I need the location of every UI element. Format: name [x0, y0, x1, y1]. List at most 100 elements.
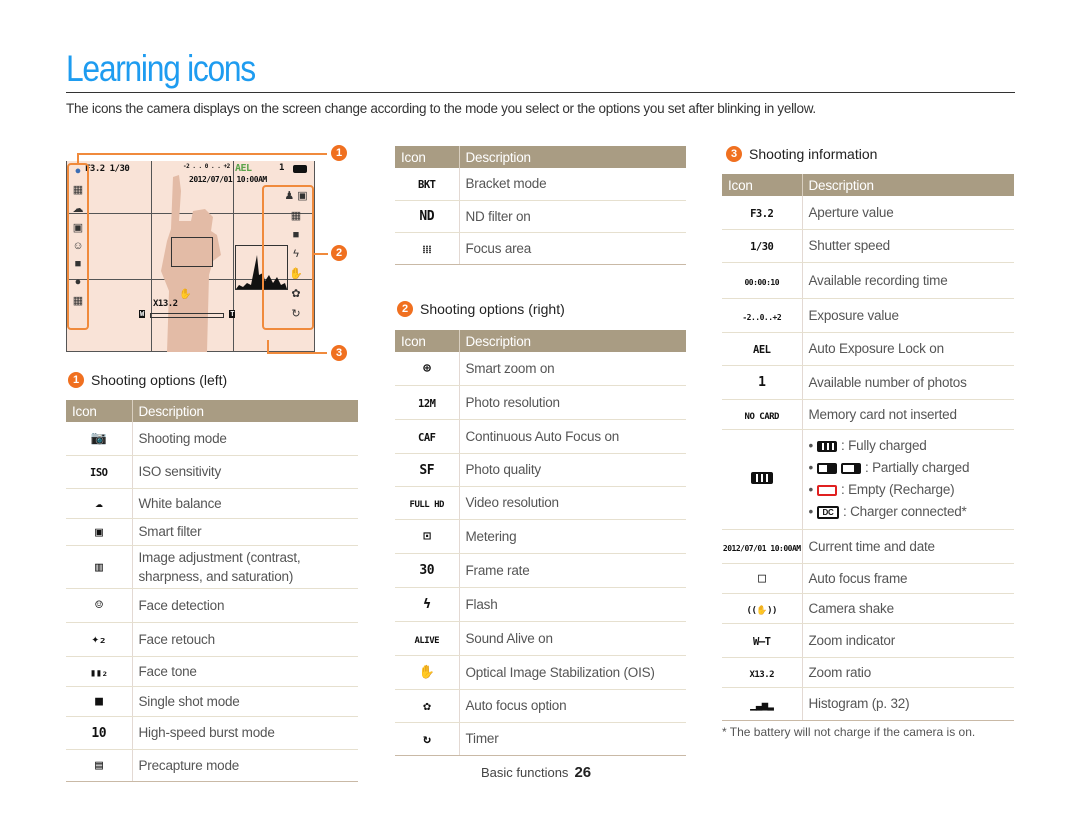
- section-title-text: Shooting options (right): [420, 301, 565, 317]
- af-frame-icon: □: [758, 571, 766, 586]
- row-description: Flash: [459, 587, 686, 622]
- row-description: Timer: [459, 722, 686, 756]
- image-adjust-icon: ▥: [95, 559, 103, 575]
- table-row: ☁ White balance: [66, 488, 358, 519]
- caf-icon: CAF: [418, 431, 436, 444]
- callout-badge-1: 1: [331, 145, 347, 161]
- battery-state-dc: • DC: Charger connected*: [809, 501, 1015, 523]
- col-header-icon: Icon: [722, 174, 803, 196]
- battery-state-label: : Empty (Recharge): [841, 482, 955, 497]
- photo-resolution-icon: 12M: [418, 397, 436, 410]
- zoom-ratio-icon: X13.2: [749, 669, 775, 680]
- screen-datetime: 2012/07/01 10:00AM: [189, 175, 267, 184]
- col-header-description: Description: [459, 330, 686, 352]
- table-row: ▤ Precapture mode: [66, 749, 358, 782]
- ael-icon: AEL: [753, 344, 771, 356]
- screen-ael: AEL: [235, 163, 252, 174]
- callout-line-3b: [267, 352, 327, 354]
- nd-filter-icon: ND: [419, 209, 435, 224]
- precapture-icon: ▤: [95, 758, 103, 773]
- col-header-description: Description: [132, 400, 358, 422]
- battery-state-full: •: Fully charged: [809, 435, 1015, 457]
- table-row: □ Auto focus frame: [722, 563, 1014, 594]
- screen-photo-count: 1: [279, 163, 284, 173]
- table-row: ⊕ Smart zoom on: [395, 352, 686, 386]
- col-header-description: Description: [802, 174, 1014, 196]
- table-row: W—T Zoom indicator: [722, 623, 1014, 658]
- page-number: 26: [574, 764, 592, 781]
- focus-area-icon: ⁞⁞⁞: [422, 243, 432, 256]
- screen-ev-scale: -2 . . 0 . . +2: [183, 163, 230, 170]
- battery-full-icon: [817, 440, 838, 452]
- table-row: ✿ Auto focus option: [395, 689, 686, 723]
- battery-empty-icon: [817, 484, 838, 496]
- table-row: 1/30 Shutter speed: [722, 229, 1014, 263]
- table-row: ✋ Optical Image Stabilization (OIS): [395, 655, 686, 690]
- burst-icon: 10: [91, 725, 107, 741]
- row-description: Shooting mode: [132, 422, 358, 456]
- battery-low-icon: [841, 462, 862, 474]
- table-row: ▣ Smart filter: [66, 518, 358, 546]
- footer-section: Basic functions: [481, 765, 569, 780]
- table-row: 12M Photo resolution: [395, 385, 686, 420]
- callout-box-1: [67, 163, 89, 330]
- row-description: White balance: [132, 488, 358, 519]
- battery-dc-icon: DC: [817, 505, 840, 519]
- table-shooting-options-left: Icon Description 📷 Shooting mode ISO ISO se…: [66, 400, 358, 782]
- table-row: 1 Available number of photos: [722, 365, 1014, 400]
- section-badge: 1: [68, 372, 84, 388]
- smart-filter-icon: ▣: [95, 524, 103, 540]
- callout-badge-3: 3: [331, 345, 347, 361]
- section-title-info: 3 Shooting information: [726, 146, 877, 162]
- face-retouch-icon: ✦₂: [91, 632, 107, 647]
- table-shooting-options-right: Icon Description ⊕ Smart zoom on 12M Photo …: [395, 330, 686, 756]
- row-description: ISO sensitivity: [132, 455, 358, 489]
- table-row: ϟ Flash: [395, 587, 686, 622]
- row-description: Focus area: [459, 232, 686, 265]
- row-description: Aperture value: [802, 196, 1014, 230]
- table-row: ↻ Timer: [395, 722, 686, 756]
- table-row: SF Photo quality: [395, 453, 686, 487]
- screen-zoom-ratio: X13.2: [153, 299, 178, 309]
- row-description: Sound Alive on: [459, 621, 686, 656]
- col-header-icon: Icon: [395, 146, 460, 168]
- no-card-icon: NO CARD: [744, 411, 780, 422]
- screen-shake-icon: ✋: [179, 289, 192, 300]
- table-row: ▮▮₂ Face tone: [66, 656, 358, 687]
- photo-quality-icon: SF: [419, 462, 435, 478]
- callout-line-1b: [77, 153, 79, 163]
- table-row: ISO ISO sensitivity: [66, 455, 358, 489]
- section-title-left: 1 Shooting options (left): [68, 372, 227, 388]
- row-description: Smart filter: [132, 518, 358, 546]
- table-row: ((✋)) Camera shake: [722, 593, 1014, 624]
- af-frame: [171, 237, 213, 267]
- table-row: 10 High-speed burst mode: [66, 716, 358, 750]
- page-footer: Basic functions 26: [481, 764, 591, 781]
- row-description: Auto Exposure Lock on: [802, 332, 1014, 366]
- col-header-icon: Icon: [66, 400, 133, 422]
- table-row: NO CARD Memory card not inserted: [722, 399, 1014, 430]
- battery-icon: [750, 471, 773, 484]
- row-description: Face tone: [132, 656, 358, 687]
- row-description: Image adjustment (contrast, sharpness, a…: [132, 545, 358, 589]
- callout-line-1: [77, 153, 327, 155]
- exposure-icon: -2..0..+2: [742, 312, 782, 322]
- datetime-icon: 2012/07/01 10:00AM: [722, 543, 801, 553]
- table-row: AEL Auto Exposure Lock on: [722, 332, 1014, 366]
- table-row: 00:00:10 Available recording time: [722, 262, 1014, 299]
- smart-zoom-icon: ⊕: [423, 361, 431, 377]
- row-description: Exposure value: [802, 298, 1014, 333]
- table-row: -2..0..+2 Exposure value: [722, 298, 1014, 333]
- row-description: Photo resolution: [459, 385, 686, 420]
- camera-shake-icon: ((✋)): [746, 605, 778, 616]
- row-description: Face detection: [132, 588, 358, 623]
- page-title: Learning icons: [66, 48, 256, 89]
- table-row: CAF Continuous Auto Focus on: [395, 419, 686, 454]
- table-row: BKT Bracket mode: [395, 168, 686, 201]
- row-description: ND filter on: [459, 200, 686, 233]
- battery-state-empty: •: Empty (Recharge): [809, 479, 1015, 501]
- metering-icon: ⊡: [423, 529, 431, 544]
- frame-rate-icon: 30: [419, 563, 435, 578]
- shutter-icon: 1/30: [750, 241, 774, 253]
- battery-state-partial: •: Partially charged: [809, 457, 1015, 479]
